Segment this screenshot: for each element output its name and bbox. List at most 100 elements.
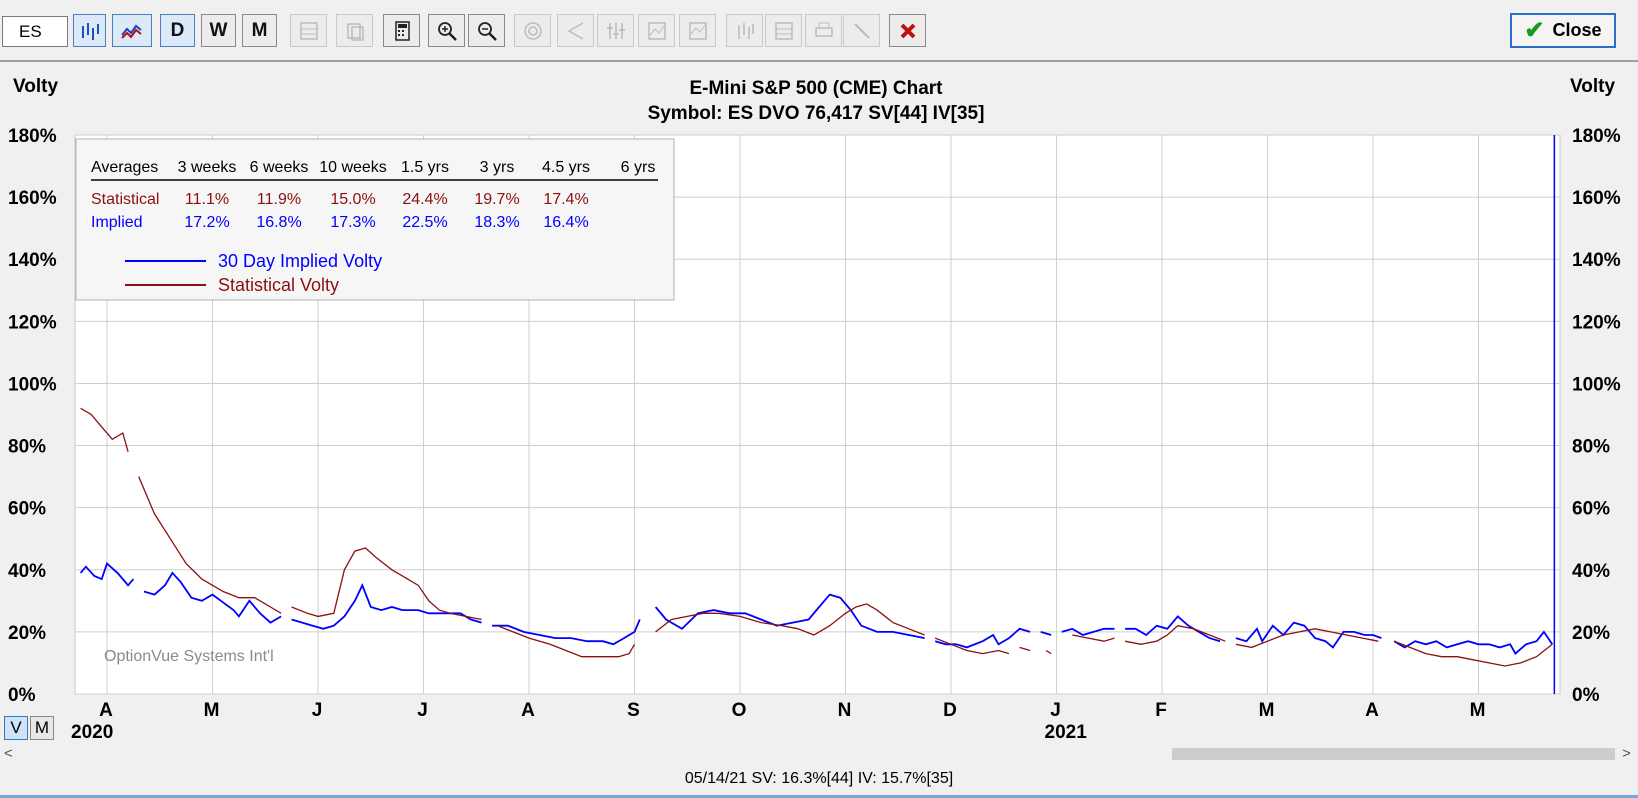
y-tick-label-left: 120% bbox=[8, 312, 57, 333]
year-label: 2021 bbox=[1045, 722, 1088, 743]
zoom-in-icon bbox=[437, 21, 457, 41]
status-text: 05/14/21 SV: 16.3%[44] IV: 15.7%[35] bbox=[684, 770, 954, 787]
averages-cell: 15.0% bbox=[330, 191, 375, 208]
table-icon bbox=[774, 21, 793, 40]
print-icon bbox=[814, 22, 833, 37]
volatility-chart-window: ES D W M ✔ Close 0% 0% 20% 20% 40% 40% 60% 60% 8… bbox=[0, 0, 1638, 798]
target-button[interactable] bbox=[514, 14, 551, 47]
volatility-lines-icon bbox=[121, 24, 142, 39]
sliders-button[interactable] bbox=[597, 14, 634, 47]
copy-button[interactable] bbox=[336, 14, 373, 47]
x-tick-label: S bbox=[627, 700, 640, 721]
candles-icon bbox=[737, 22, 754, 39]
x-tick-label: J bbox=[1050, 700, 1061, 721]
view-volatility-button[interactable]: V bbox=[4, 716, 28, 740]
legend-label: 30 Day Implied Volty bbox=[218, 251, 382, 271]
view-mode-button[interactable]: M bbox=[30, 716, 54, 740]
x-tick-label: J bbox=[312, 700, 323, 721]
x-tick-label: O bbox=[732, 700, 747, 721]
grid-settings-button[interactable] bbox=[290, 14, 327, 47]
x-tick-label: A bbox=[521, 700, 535, 721]
zoom-in-button[interactable] bbox=[428, 14, 465, 47]
calculator-icon bbox=[394, 20, 410, 41]
chart-title: E-Mini S&P 500 (CME) Chart bbox=[689, 78, 943, 99]
bar-chart-icon bbox=[81, 22, 99, 40]
averages-cell: 24.4% bbox=[402, 191, 447, 208]
x-tick-label: N bbox=[838, 700, 852, 721]
delete-button[interactable] bbox=[889, 14, 926, 47]
horizontal-scrollbar[interactable]: < > bbox=[0, 745, 1638, 763]
y-tick-label-left: 180% bbox=[8, 126, 57, 147]
angle-icon bbox=[566, 21, 583, 40]
x-tick-label: M bbox=[1470, 700, 1486, 721]
monthly-period-button[interactable]: M bbox=[242, 14, 277, 47]
print-button[interactable] bbox=[805, 14, 842, 47]
symbol-input[interactable]: ES bbox=[2, 16, 68, 47]
weekly-period-button[interactable]: W bbox=[201, 14, 236, 47]
area-icon bbox=[688, 21, 707, 40]
zoom-out-icon bbox=[477, 21, 497, 41]
averages-cell: 16.4% bbox=[543, 214, 588, 231]
volatility-line-button[interactable] bbox=[112, 14, 152, 47]
y-tick-label-right: 0% bbox=[1572, 685, 1600, 706]
chart-area: 0% 0% 20% 20% 40% 40% 60% 60% 80% 80% 100% 100% 120%… bbox=[0, 64, 1638, 744]
x-tick-label: J bbox=[417, 700, 428, 721]
y-tick-label-right: 40% bbox=[1572, 561, 1610, 582]
y-tick-label-left: 60% bbox=[8, 499, 46, 520]
area-chart-button[interactable] bbox=[679, 14, 716, 47]
y-tick-label-right: 180% bbox=[1572, 126, 1621, 147]
target-icon bbox=[523, 21, 542, 40]
scroll-left-icon[interactable]: < bbox=[4, 745, 13, 763]
y-tick-label-right: 60% bbox=[1572, 499, 1610, 520]
y-tick-label-right: 160% bbox=[1572, 188, 1621, 209]
table-button[interactable] bbox=[765, 14, 802, 47]
candles-button[interactable] bbox=[726, 14, 763, 47]
angle-tool-button[interactable] bbox=[557, 14, 594, 47]
x-tick-label: A bbox=[99, 700, 113, 721]
y-tick-label-right: 140% bbox=[1572, 250, 1621, 271]
averages-header: 10 weeks bbox=[319, 159, 387, 176]
averages-cell: 17.2% bbox=[184, 214, 229, 231]
averages-header: 6 weeks bbox=[250, 159, 309, 176]
averages-cell: 16.8% bbox=[256, 214, 301, 231]
x-tick-label: D bbox=[943, 700, 957, 721]
x-tick-label: M bbox=[204, 700, 220, 721]
scroll-right-icon[interactable]: > bbox=[1622, 745, 1631, 763]
sliders-icon bbox=[606, 22, 625, 39]
averages-header: 3 yrs bbox=[480, 159, 515, 176]
averages-header: 4.5 yrs bbox=[542, 159, 590, 176]
legend-label: Statistical Volty bbox=[218, 275, 339, 295]
daily-period-button[interactable]: D bbox=[160, 14, 195, 47]
watermark: OptionVue Systems Int'l bbox=[104, 648, 274, 665]
averages-cell: 11.1% bbox=[185, 191, 229, 208]
y-tick-label-left: 140% bbox=[8, 250, 57, 271]
close-label: Close bbox=[1552, 20, 1602, 40]
averages-cell: 11.9% bbox=[257, 191, 301, 208]
averages-header: 1.5 yrs bbox=[401, 159, 449, 176]
chart-subtitle: Symbol: ES DVO 76,417 SV[44] IV[35] bbox=[648, 103, 985, 124]
y-tick-label-left: 100% bbox=[8, 374, 57, 395]
close-button[interactable]: ✔ Close bbox=[1510, 13, 1616, 48]
draw-line-button[interactable] bbox=[843, 14, 880, 47]
averages-header: 3 weeks bbox=[178, 159, 237, 176]
scroll-thumb[interactable] bbox=[1172, 748, 1615, 760]
status-bar: 05/14/21 SV: 16.3%[44] IV: 15.7%[35] bbox=[0, 765, 1638, 798]
view-toggle: V M bbox=[4, 716, 54, 740]
averages-cell: 17.4% bbox=[543, 191, 588, 208]
averages-row-label: Statistical bbox=[91, 191, 159, 208]
averages-header: Averages bbox=[91, 159, 158, 176]
volatility-chart[interactable]: 0% 0% 20% 20% 40% 40% 60% 60% 80% 80% 100% 100% 120%… bbox=[0, 64, 1638, 744]
calculator-button[interactable] bbox=[383, 14, 420, 47]
pen-icon bbox=[853, 22, 870, 39]
y-tick-label-right: 20% bbox=[1572, 623, 1610, 644]
lines-chart-button[interactable] bbox=[638, 14, 675, 47]
averages-cell: 18.3% bbox=[474, 214, 519, 231]
y-axis-title-left: Volty bbox=[13, 76, 58, 97]
y-tick-label-left: 20% bbox=[8, 623, 46, 644]
y-tick-label-left: 80% bbox=[8, 437, 46, 458]
checkmark-icon: ✔ bbox=[1524, 17, 1545, 44]
averages-row-label: Implied bbox=[91, 214, 143, 231]
bar-chart-button[interactable] bbox=[73, 14, 106, 47]
averages-cell: 22.5% bbox=[402, 214, 447, 231]
zoom-out-button[interactable] bbox=[468, 14, 505, 47]
